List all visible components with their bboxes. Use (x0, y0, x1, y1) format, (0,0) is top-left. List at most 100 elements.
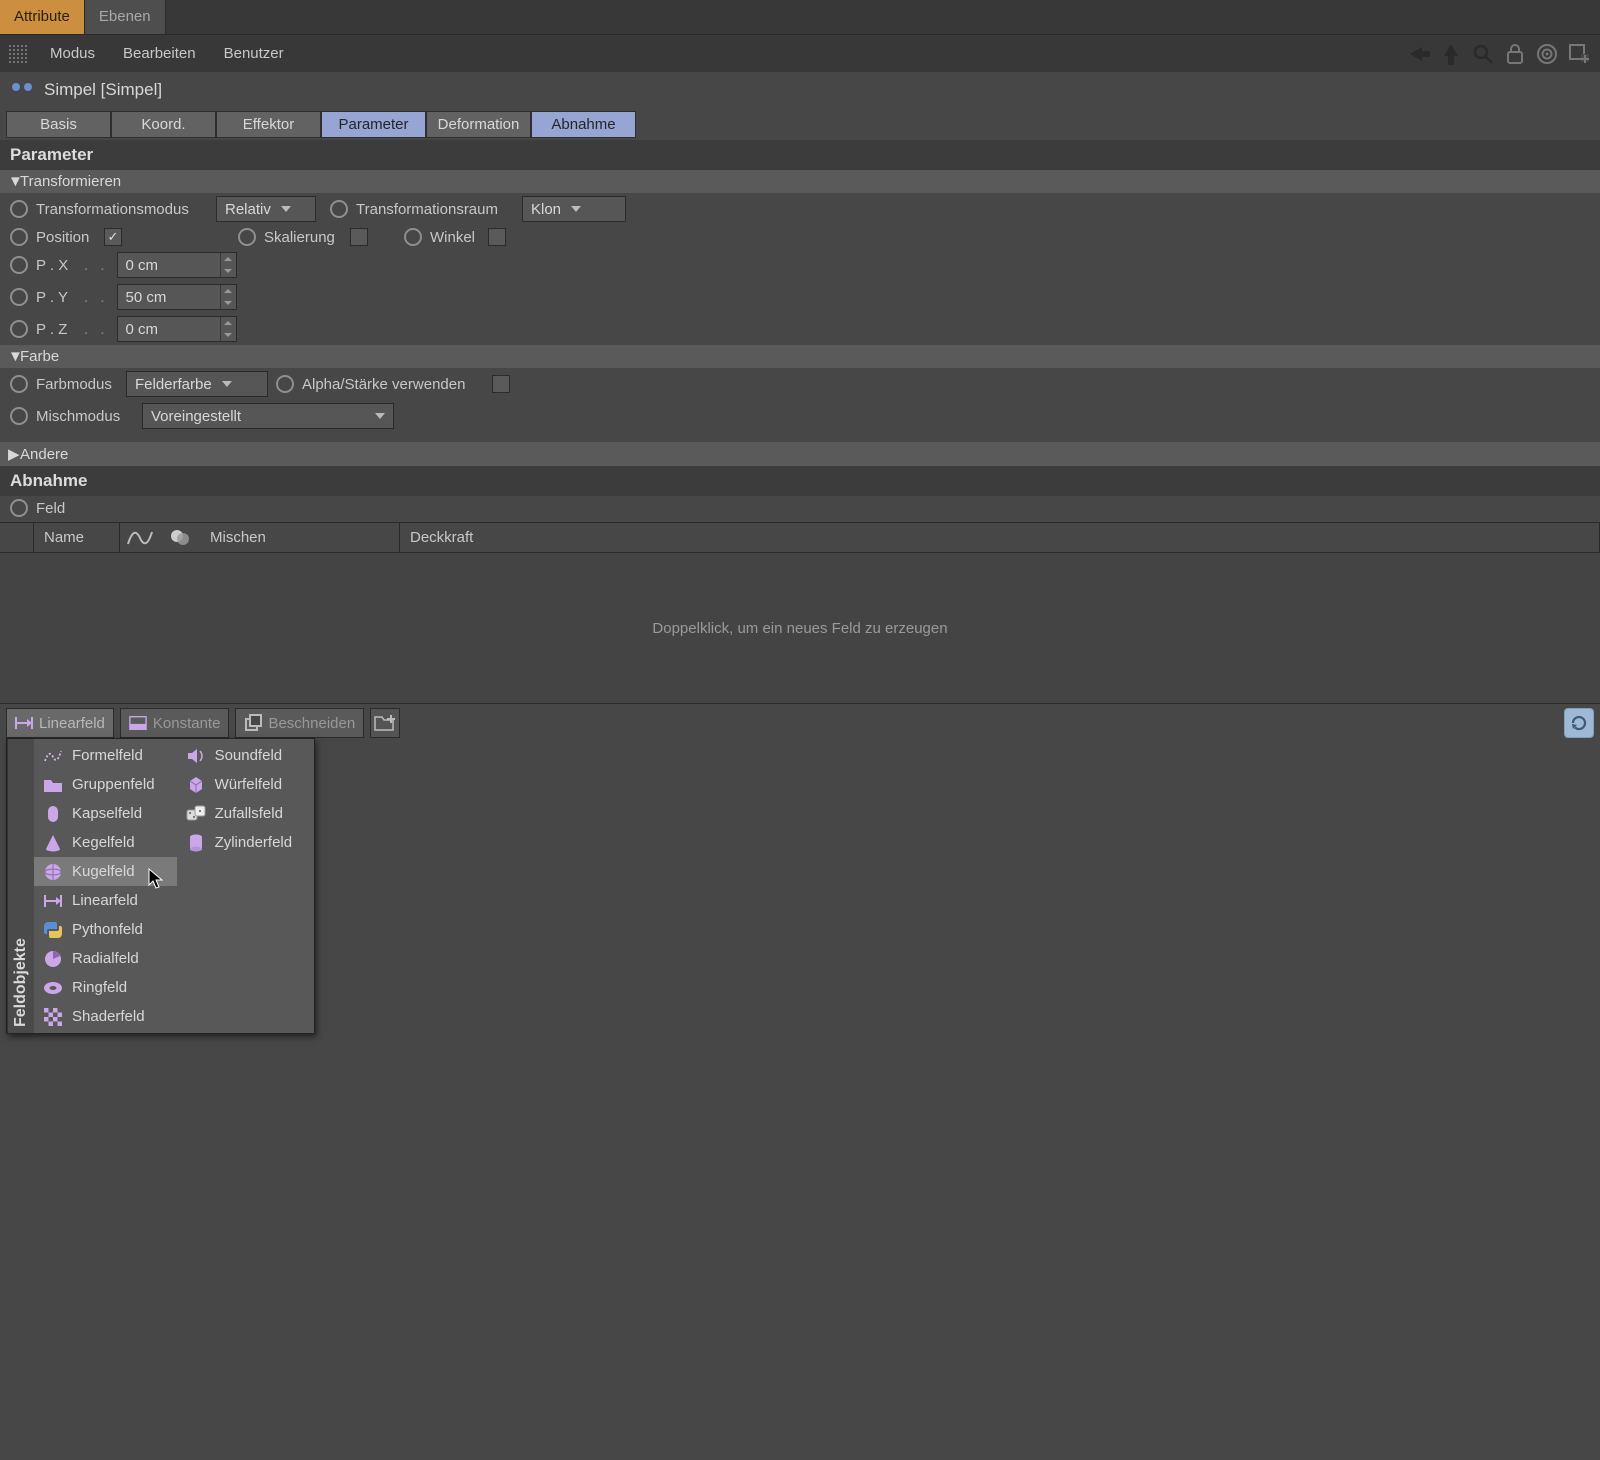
th-name[interactable]: Name (34, 523, 120, 552)
menuitem-kapselfeld[interactable]: Kapselfeld (34, 799, 177, 828)
tab-koord[interactable]: Koord. (111, 111, 216, 138)
menuitem-label: Kugelfeld (72, 863, 135, 880)
anim-bullet[interactable] (238, 228, 256, 246)
anim-bullet[interactable] (10, 320, 28, 338)
heading-parameter: Parameter (0, 140, 1600, 170)
menuitem-linearfeld[interactable]: Linearfeld (34, 886, 177, 915)
group-andere[interactable]: ▶ Andere (0, 442, 1600, 466)
menuitem-label: Kegelfeld (72, 834, 135, 851)
btn-label: Linearfeld (39, 715, 105, 732)
checkbox-skalierung[interactable] (350, 228, 368, 246)
menuitem-formelfeld[interactable]: Formelfeld (34, 741, 177, 770)
menuitem-kegelfeld[interactable]: Kegelfeld (34, 828, 177, 857)
tab-abnahme[interactable]: Abnahme (531, 111, 636, 138)
anim-bullet[interactable] (276, 375, 294, 393)
spinner[interactable] (220, 253, 236, 277)
group-transformieren[interactable]: ▼ Transformieren (0, 170, 1600, 193)
anim-bullet[interactable] (10, 288, 28, 306)
combo-mischmodus[interactable]: Voreingestellt (142, 403, 394, 429)
menuitem-label: Kapselfeld (72, 805, 142, 822)
search-icon[interactable] (1470, 41, 1496, 67)
label-alpha: Alpha/Stärke verwenden (302, 376, 484, 393)
combo-transformationsmodus[interactable]: Relativ (216, 196, 316, 222)
popup-col-2: Soundfeld Würfelfeld Zufallsfeld Zylinde… (177, 739, 315, 1033)
beschneiden-icon (244, 714, 262, 732)
menuitem-ringfeld[interactable]: Ringfeld (34, 973, 177, 1002)
combo-value: Relativ (225, 201, 271, 218)
tab-ebenen[interactable]: Ebenen (85, 0, 166, 34)
menuitem-wuerfelfeld[interactable]: Würfelfeld (177, 770, 315, 799)
menu-benutzer[interactable]: Benutzer (210, 39, 298, 68)
checkbox-position[interactable] (104, 228, 122, 246)
tab-basis[interactable]: Basis (6, 111, 111, 138)
dots-icon: . . (84, 257, 109, 274)
combo-farbmodus[interactable]: Felderfarbe (126, 371, 268, 397)
menuitem-label: Linearfeld (72, 892, 138, 909)
anim-bullet[interactable] (10, 256, 28, 274)
btn-linearfeld[interactable]: Linearfeld (6, 708, 114, 738)
panel-grip[interactable] (8, 44, 28, 64)
th-deckkraft[interactable]: Deckkraft (400, 523, 1600, 552)
combo-transformationsraum[interactable]: Klon (522, 196, 626, 222)
tab-deformation[interactable]: Deformation (426, 111, 531, 138)
th-curve-icon[interactable] (120, 523, 160, 552)
anim-bullet[interactable] (330, 200, 348, 218)
menu-modus[interactable]: Modus (36, 39, 109, 68)
up-arrow-icon[interactable] (1438, 41, 1464, 67)
anim-bullet[interactable] (10, 499, 28, 517)
chevron-down-icon (222, 381, 232, 387)
input-pz[interactable]: 0 cm (117, 316, 237, 342)
object-type-icon (8, 78, 38, 102)
anim-bullet[interactable] (10, 200, 28, 218)
menuitem-label: Zufallsfeld (215, 805, 283, 822)
menuitem-kugelfeld[interactable]: Kugelfeld (34, 857, 177, 886)
checkbox-alpha[interactable] (492, 375, 510, 393)
group-farbe[interactable]: ▼ Farbe (0, 345, 1600, 368)
menuitem-zufallsfeld[interactable]: Zufallsfeld (177, 799, 315, 828)
anim-bullet[interactable] (10, 407, 28, 425)
btn-refresh[interactable] (1564, 708, 1594, 738)
formel-icon (42, 745, 64, 767)
back-arrow-icon[interactable] (1406, 41, 1432, 67)
menuitem-radialfeld[interactable]: Radialfeld (34, 944, 177, 973)
menuitem-label: Würfelfeld (215, 776, 283, 793)
spinner[interactable] (220, 285, 236, 309)
lock-icon[interactable] (1502, 41, 1528, 67)
btn-label: Beschneiden (268, 715, 355, 732)
cone-icon (42, 832, 64, 854)
input-py[interactable]: 50 cm (117, 284, 237, 310)
object-name: Simpel [Simpel] (44, 80, 162, 100)
chevron-down-icon (375, 413, 385, 419)
tab-effektor[interactable]: Effektor (216, 111, 321, 138)
dots-icon: . . (84, 321, 109, 338)
menu-bearbeiten[interactable]: Bearbeiten (109, 39, 210, 68)
anim-bullet[interactable] (10, 375, 28, 393)
tab-attribute[interactable]: Attribute (0, 0, 85, 34)
checkbox-winkel[interactable] (488, 228, 506, 246)
cylinder-icon (185, 832, 207, 854)
th-color-icon[interactable] (160, 523, 200, 552)
th-mischen[interactable]: Mischen (200, 523, 400, 552)
sound-icon (185, 745, 207, 767)
input-px[interactable]: 0 cm (117, 252, 237, 278)
target-icon[interactable] (1534, 41, 1560, 67)
tab-parameter[interactable]: Parameter (321, 111, 426, 138)
menuitem-gruppenfeld[interactable]: Gruppenfeld (34, 770, 177, 799)
anim-bullet[interactable] (404, 228, 422, 246)
new-panel-icon[interactable] (1566, 41, 1592, 67)
label-position: Position (36, 229, 96, 246)
menuitem-shaderfeld[interactable]: Shaderfeld (34, 1002, 177, 1031)
anim-bullet[interactable] (10, 228, 28, 246)
menuitem-soundfeld[interactable]: Soundfeld (177, 741, 315, 770)
menuitem-zylinderfeld[interactable]: Zylinderfeld (177, 828, 315, 857)
group-label: Andere (20, 446, 68, 463)
btn-beschneiden[interactable]: Beschneiden (235, 708, 364, 738)
combo-value: Voreingestellt (151, 408, 241, 425)
empty-hint: Doppelklick, um ein neues Feld zu erzeug… (652, 620, 947, 637)
btn-add-folder[interactable] (370, 708, 400, 738)
btn-konstante[interactable]: Konstante (120, 708, 230, 738)
menuitem-label: Pythonfeld (72, 921, 143, 938)
spinner[interactable] (220, 317, 236, 341)
menuitem-pythonfeld[interactable]: Pythonfeld (34, 915, 177, 944)
table-body-empty[interactable]: Doppelklick, um ein neues Feld zu erzeug… (0, 553, 1600, 703)
